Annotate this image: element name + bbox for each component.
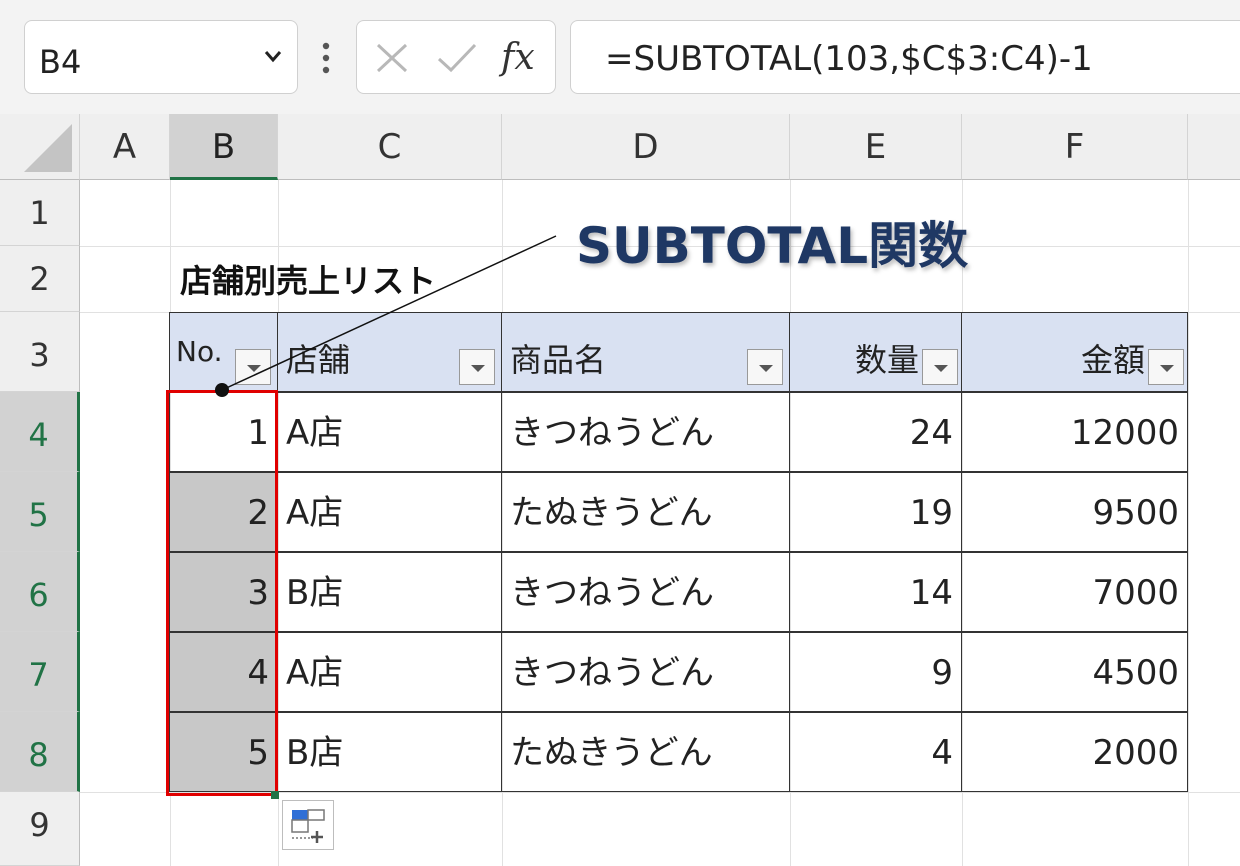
- table-header-product: 商品名: [501, 312, 790, 392]
- cell-qty[interactable]: 9: [789, 632, 962, 712]
- table-header-label: 店舗: [286, 341, 351, 379]
- filter-dropdown-icon[interactable]: [235, 349, 271, 385]
- cell-amount[interactable]: 9500: [961, 472, 1188, 552]
- cell-product[interactable]: きつねうどん: [501, 392, 790, 472]
- filter-dropdown-icon[interactable]: [459, 349, 495, 385]
- cell-qty[interactable]: 14: [789, 552, 962, 632]
- quick-analysis-icon[interactable]: [282, 800, 334, 850]
- select-all-corner[interactable]: [0, 114, 80, 180]
- formula-input[interactable]: =SUBTOTAL(103,$C$3:C4)-1: [570, 20, 1240, 94]
- row-header-2[interactable]: 2: [0, 246, 80, 312]
- cell-product[interactable]: たぬきうどん: [501, 712, 790, 792]
- subtotal-callout: SUBTOTAL関数: [576, 217, 969, 275]
- row-header-3[interactable]: 3: [0, 312, 80, 392]
- more-options-icon[interactable]: [318, 40, 334, 76]
- cell-store[interactable]: B店: [277, 552, 502, 632]
- cell-qty[interactable]: 19: [789, 472, 962, 552]
- column-header-e[interactable]: E: [790, 114, 962, 180]
- table-header-label: 数量: [854, 341, 919, 379]
- row-header-8[interactable]: 8: [0, 712, 80, 792]
- table-header-no: No.: [169, 312, 278, 392]
- cell-store[interactable]: A店: [277, 472, 502, 552]
- table-header-label: 商品名: [510, 341, 607, 379]
- row-header-7[interactable]: 7: [0, 632, 80, 712]
- table-header-store: 店舗: [277, 312, 502, 392]
- cell-product[interactable]: きつねうどん: [501, 552, 790, 632]
- sheet-title: 店舗別売上リスト: [180, 262, 437, 300]
- column-header-g[interactable]: [1188, 114, 1240, 180]
- column-header-d[interactable]: D: [502, 114, 790, 180]
- cell-amount[interactable]: 2000: [961, 712, 1188, 792]
- table-header-qty: 数量: [789, 312, 962, 392]
- cell-product[interactable]: たぬきうどん: [501, 472, 790, 552]
- cell-amount[interactable]: 4500: [961, 632, 1188, 712]
- formula-buttons: fx: [356, 20, 556, 94]
- formula-text: =SUBTOTAL(103,$C$3:C4)-1: [605, 39, 1093, 79]
- cancel-icon[interactable]: [375, 43, 409, 73]
- fill-handle[interactable]: [271, 791, 279, 799]
- filter-dropdown-icon[interactable]: [922, 349, 958, 385]
- column-header-c[interactable]: C: [278, 114, 502, 180]
- cell-amount[interactable]: 12000: [961, 392, 1188, 472]
- table-header-label: 金額: [1080, 341, 1145, 379]
- column-header-f[interactable]: F: [962, 114, 1188, 180]
- cell-store[interactable]: B店: [277, 712, 502, 792]
- selection-highlight: [166, 390, 278, 796]
- row-header-1[interactable]: 1: [0, 180, 80, 246]
- row-header-6[interactable]: 6: [0, 552, 80, 632]
- name-box[interactable]: B4: [24, 20, 298, 94]
- name-box-value: B4: [39, 43, 82, 81]
- cell-store[interactable]: A店: [277, 392, 502, 472]
- chevron-down-icon[interactable]: [263, 49, 283, 63]
- cell-amount[interactable]: 7000: [961, 552, 1188, 632]
- row-header-4[interactable]: 4: [0, 392, 80, 472]
- cell-product[interactable]: きつねうどん: [501, 632, 790, 712]
- row-header-9[interactable]: 9: [0, 792, 80, 866]
- cell-qty[interactable]: 4: [789, 712, 962, 792]
- worksheet-grid: A B C D E F 1 2 3 4 5 6 7 8 9 店舗別売上リスト N…: [0, 114, 1240, 866]
- column-header-a[interactable]: A: [80, 114, 170, 180]
- cell-qty[interactable]: 24: [789, 392, 962, 472]
- table-header-amount: 金額: [961, 312, 1188, 392]
- confirm-icon[interactable]: [437, 43, 477, 73]
- insert-function-icon[interactable]: fx: [501, 37, 535, 78]
- filter-dropdown-icon[interactable]: [1148, 349, 1184, 385]
- table-header-label: No.: [176, 335, 223, 368]
- filter-dropdown-icon[interactable]: [747, 349, 783, 385]
- column-header-b[interactable]: B: [170, 114, 278, 180]
- select-all-triangle-icon: [24, 124, 72, 172]
- gridline: [1188, 180, 1189, 866]
- cell-store[interactable]: A店: [277, 632, 502, 712]
- row-header-5[interactable]: 5: [0, 472, 80, 552]
- formula-bar: B4 fx =SUBTOTAL(103,$C$3:C4)-1: [0, 0, 1240, 115]
